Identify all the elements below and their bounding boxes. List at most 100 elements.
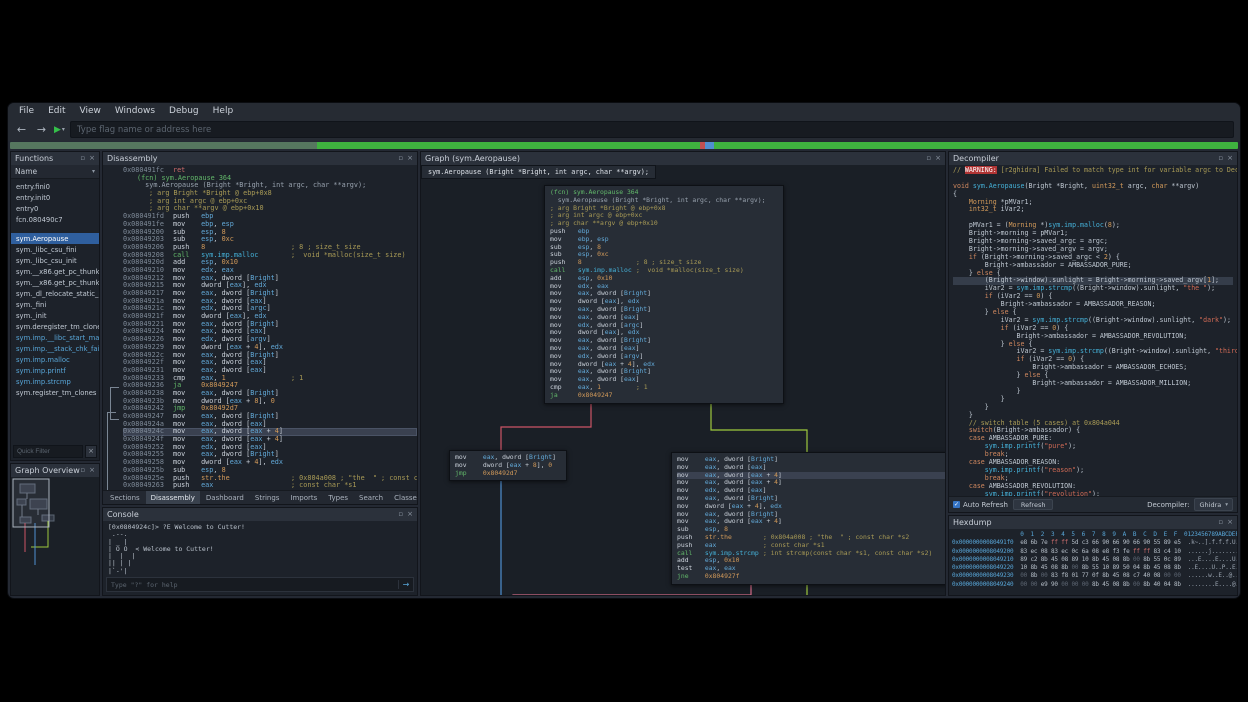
decompiler-view[interactable]: // WARNING: [r2ghidra] Failed to match t…	[949, 165, 1237, 496]
disasm-line[interactable]: 0x0804920dadd esp, 0x10	[123, 259, 417, 267]
disasm-line[interactable]: 0x08049208call sym.imp.malloc; void *mal…	[123, 252, 417, 260]
close-icon[interactable]: ×	[1227, 516, 1233, 529]
function-item[interactable]: sym._fini	[11, 299, 99, 310]
disasm-line[interactable]: 0x08049212mov eax, dword [Bright]	[123, 275, 417, 283]
menu-item-file[interactable]: File	[12, 106, 41, 116]
forward-button[interactable]: →	[34, 123, 49, 136]
decompiler-select[interactable]: Ghidra ▾	[1194, 498, 1233, 511]
console-input[interactable]	[107, 581, 398, 589]
graph-overview-canvas[interactable]	[11, 477, 99, 596]
close-icon[interactable]: ×	[935, 152, 941, 165]
debug-start-button[interactable]: ▶▾	[54, 125, 65, 135]
function-item[interactable]: sym.imp.printf	[11, 365, 99, 376]
close-icon[interactable]: ×	[407, 152, 413, 165]
back-button[interactable]: ←	[14, 123, 29, 136]
function-item[interactable]: sym.imp.__stack_chk_fail	[11, 343, 99, 354]
decompiler-line[interactable]: int32_t iVar2;	[953, 206, 1233, 214]
disasm-line[interactable]: 0x08049203sub esp, 0xc	[123, 236, 417, 244]
hexdump-row[interactable]: 0x0000000008049220 10 8b 45 08 8b 00 8b …	[952, 564, 1234, 572]
disasm-line[interactable]: 0x0804921cmov edx, dword [argc]	[123, 305, 417, 313]
tab-disassembly[interactable]: Disassembly	[146, 491, 200, 504]
close-icon[interactable]: ×	[407, 508, 413, 521]
detach-icon[interactable]: ▫	[398, 508, 403, 521]
detach-icon[interactable]: ▫	[398, 152, 403, 165]
function-item[interactable]: sym.imp.strcmp	[11, 376, 99, 387]
decompiler-line[interactable]: // WARNING: [r2ghidra] Failed to match t…	[953, 167, 1233, 175]
tab-strings[interactable]: Strings	[250, 491, 285, 504]
hexdump-view[interactable]: 0 1 2 3 4 5 6 7 8 9 A B C D E F 01234567…	[949, 529, 1237, 595]
menu-item-view[interactable]: View	[73, 106, 108, 116]
graph-node[interactable]: mov eax, dword [Bright]mov eax, dword [e…	[671, 452, 945, 585]
seek-bar[interactable]	[10, 142, 1238, 149]
tab-classes[interactable]: Classes	[389, 491, 418, 504]
function-item[interactable]: sym.deregister_tm_clones	[11, 321, 99, 332]
detach-icon[interactable]: ▫	[1218, 152, 1223, 165]
hexdump-row[interactable]: 0x0000000008049210 89 c2 8b 45 08 89 10 …	[952, 556, 1234, 564]
tab-dashboard[interactable]: Dashboard	[201, 491, 249, 504]
menu-item-debug[interactable]: Debug	[162, 106, 206, 116]
disasm-line[interactable]: 0x080491femov ebp, esp	[123, 221, 417, 229]
disasm-line[interactable]: 0x0804925epush str.the; 0x804a008 ; "the…	[123, 475, 417, 483]
decompiler-line[interactable]: }	[953, 396, 1233, 404]
console-run-button[interactable]: →	[398, 580, 413, 589]
function-item[interactable]: entry0	[11, 203, 99, 214]
close-icon[interactable]: ×	[1227, 152, 1233, 165]
function-item[interactable]: sym.__x86.get_pc_thunk.bx	[11, 277, 99, 288]
disasm-line[interactable]: 0x08049247mov eax, dword [Bright]	[123, 413, 417, 421]
hexdump-row[interactable]: 0x0000000008049240 00 00 e9 90 00 00 00 …	[952, 581, 1234, 589]
function-item[interactable]: sym.register_tm_clones	[11, 387, 99, 398]
tab-search[interactable]: Search	[354, 491, 388, 504]
disasm-line[interactable]: ; arg char **argv @ ebp+0x10	[123, 205, 417, 213]
refresh-button[interactable]: Refresh	[1013, 499, 1054, 510]
disasm-line[interactable]: 0x08049231mov eax, dword [eax]	[123, 367, 417, 375]
disasm-line[interactable]: 0x08049221mov eax, dword [Bright]	[123, 321, 417, 329]
quick-filter-input[interactable]	[13, 445, 83, 458]
disasm-line[interactable]: 0x0804922cmov eax, dword [Bright]	[123, 352, 417, 360]
graph-canvas[interactable]: sym.Aeropause (Bright *Bright, int argc,…	[421, 165, 945, 595]
function-item[interactable]: entry.fini0	[11, 181, 99, 192]
function-item[interactable]: sym._libc_csu_fini	[11, 244, 99, 255]
disasm-line[interactable]: 0x080491fdpush ebp	[123, 213, 417, 221]
function-item[interactable]: sym.__x86.get_pc_thunk.bp	[11, 266, 99, 277]
auto-refresh-checkbox[interactable]: ✓ Auto Refresh	[953, 501, 1008, 509]
detach-icon[interactable]: ▫	[1218, 516, 1223, 529]
menu-item-edit[interactable]: Edit	[41, 106, 72, 116]
menu-item-help[interactable]: Help	[206, 106, 241, 116]
graph-node[interactable]: (fcn) sym.Aeropause 364 sym.Aeropause (B…	[544, 185, 784, 404]
detach-icon[interactable]: ▫	[80, 464, 85, 477]
function-item[interactable]: sym._init	[11, 310, 99, 321]
function-item[interactable]: fcn.080490c7	[11, 214, 99, 225]
hexdump-row[interactable]: 0x0000000008049230 00 8b 00 83 f8 01 77 …	[952, 572, 1234, 580]
disasm-line[interactable]: 0x08049258mov dword [eax + 4], edx	[123, 459, 417, 467]
function-item[interactable]: sym._dl_relocate_static_pie	[11, 288, 99, 299]
tab-sections[interactable]: Sections	[105, 491, 145, 504]
disasm-line[interactable]: 0x0804924fmov eax, dword [eax + 4]	[123, 436, 417, 444]
detach-icon[interactable]: ▫	[926, 152, 931, 165]
disasm-line[interactable]: 0x08049233cmp eax, 1; 1	[123, 375, 417, 383]
detach-icon[interactable]: ▫	[80, 152, 85, 165]
hexdump-row[interactable]: 0x00000000080491f0 e8 6b 7e ff ff 5d c3 …	[952, 539, 1234, 547]
function-item[interactable]: sym.imp.__libc_start_main	[11, 332, 99, 343]
disassembly-view[interactable]: 0x080491fcret(fcn) sym.Aeropause 364 sym…	[103, 165, 417, 490]
tab-types[interactable]: Types	[323, 491, 353, 504]
decompiler-line[interactable]: void sym.Aeropause(Bright *Bright, uint3…	[953, 183, 1233, 191]
disasm-line[interactable]: 0x08049263push eax; const char *s1	[123, 482, 417, 490]
function-item[interactable]: entry.init0	[11, 192, 99, 203]
tab-imports[interactable]: Imports	[285, 491, 322, 504]
disasm-line[interactable]: 0x0804922fmov eax, dword [eax]	[123, 359, 417, 367]
disasm-line[interactable]: 0x0804923bmov dword [eax + 8], 0	[123, 398, 417, 406]
decompiler-line[interactable]: }	[953, 404, 1233, 412]
function-item[interactable]: sym._libc_csu_init	[11, 255, 99, 266]
close-icon[interactable]: ×	[89, 464, 95, 477]
address-input[interactable]	[70, 121, 1234, 138]
disasm-line[interactable]: 0x08049217mov eax, dword [Bright]	[123, 290, 417, 298]
function-item[interactable]: sym.imp.malloc	[11, 354, 99, 365]
functions-sort-header[interactable]: Name ▾	[11, 165, 99, 179]
menu-item-windows[interactable]: Windows	[108, 106, 162, 116]
disasm-line[interactable]: 0x08049200sub esp, 8	[123, 229, 417, 237]
clear-filter-button[interactable]: ×	[85, 445, 97, 458]
close-icon[interactable]: ×	[89, 152, 95, 165]
hexdump-row[interactable]: 0x0000000008049200 83 ec 08 83 ec 0c 6a …	[952, 548, 1234, 556]
function-item[interactable]: sym.Aeropause	[11, 233, 99, 244]
graph-node[interactable]: mov eax, dword [Bright]mov dword [eax + …	[449, 450, 567, 481]
